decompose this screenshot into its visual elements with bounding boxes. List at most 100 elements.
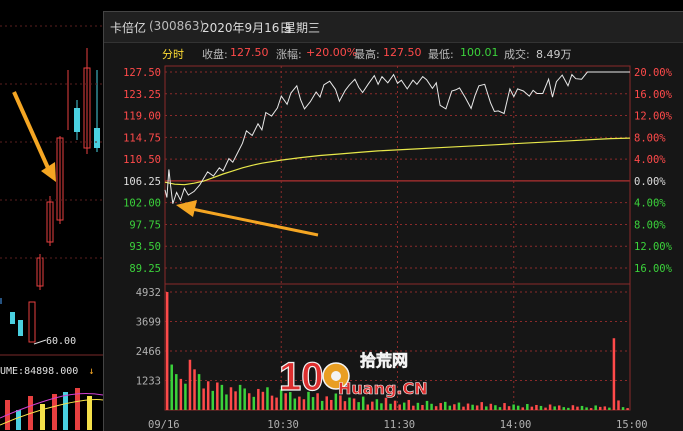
time-tick-label: 15:00 [616,419,648,430]
volume-bar [471,404,474,410]
volume-bar [512,404,515,410]
volume-bar [193,369,196,410]
volume-bar [243,388,246,410]
volume-bar [526,404,529,410]
volume-bar [175,374,178,410]
volume-bar [325,396,328,410]
volume-bar [229,387,233,410]
volume-bar [576,406,579,410]
volume-bar [489,403,493,410]
volume-bar [375,399,379,410]
volume-bar [389,403,392,410]
percent-tick-label: 12.00% [634,111,673,123]
volume-bar [557,405,561,410]
price-tick-label: 114.75 [123,132,161,144]
volume-bar [516,405,520,410]
volume-bar [407,399,411,410]
time-tick-label: 14:00 [500,419,532,430]
percent-tick-label: 8.00% [634,219,666,231]
volume-bar [188,359,192,410]
volume-bar [206,381,210,410]
volume-bar [539,405,543,410]
volume-bar [562,407,566,410]
svg-text:10: 10 [279,355,324,399]
volume-bar [412,405,415,410]
volume-bar [320,400,324,410]
volume-bar [393,400,397,410]
percent-tick-label: 16.00% [634,89,673,101]
volume-bar [462,406,465,410]
price-tick-label: 106.25 [123,176,161,188]
time-tick-label: 11:30 [384,419,416,430]
price-axis: 127.50 123.25 119.00 114.75 110.50 106.25 102.… [123,67,161,275]
volume-bar [371,401,374,410]
volume-bar [361,396,365,410]
volume-bar [507,406,511,410]
volume-bar [521,407,525,410]
volume-bar [453,404,456,410]
volume-bar [302,399,306,410]
volume-bar [220,384,224,410]
volume-bar [352,398,356,410]
volume-bar [608,407,611,410]
time-tick-label: 10:30 [267,419,299,430]
percent-tick-label: 20.00% [634,67,673,79]
volume-bar [594,405,597,410]
volume-bar [589,408,593,410]
volume-bar [603,406,607,410]
price-tick-label: 127.50 [123,67,161,79]
volume-bar [530,406,534,410]
volume-bar [448,405,452,410]
volume-bar [380,403,383,410]
volume-bar [266,387,269,410]
volume-tick-label: 3699 [136,317,161,329]
volume-bar [548,404,552,410]
volume-tick-label: 2466 [136,346,161,358]
volume-bar [612,338,616,410]
volume-bar [270,395,274,410]
volume-bar [261,391,265,410]
volume-bar [211,390,215,410]
volume-bar [165,292,169,410]
volume-bar [334,393,338,410]
volume-bar [544,407,547,410]
volume-bar [252,396,256,410]
volume-bar [494,405,497,410]
percent-tick-label: 16.00% [634,263,673,275]
volume-bar [480,402,483,410]
volume-bar [599,406,602,410]
annotation-arrow [176,200,319,237]
intraday-chart: 127.50 123.25 119.00 114.75 110.50 106.25 102.… [123,65,673,430]
volume-bar [567,407,570,410]
volume-bar [466,403,470,410]
volume-axis: 4932 3699 2466 1233 [136,287,630,388]
watermark-brand: 拾荒网 [360,351,408,370]
volume-bar [330,399,333,410]
volume-bar [475,405,479,410]
volume-bar [234,391,237,410]
volume-bar [421,404,424,410]
volume-bar [617,400,620,410]
price-tick-label: 97.75 [129,219,161,231]
percent-tick-label: 12.00% [634,241,673,253]
volume-bar [202,388,205,410]
volume-bar [225,394,228,410]
price-tick-label: 119.00 [123,111,161,123]
volume-bar [402,402,406,410]
percent-tick-label: 8.00% [634,132,666,144]
volume-bar [247,393,251,410]
price-tick-label: 110.50 [123,154,161,166]
volume-bar [416,402,420,410]
time-axis: 09/16 10:30 11:30 14:00 15:00 [148,419,648,430]
volume-tick-label: 1233 [136,376,161,388]
volume-bar [343,401,347,410]
volume-bar [457,402,461,410]
volume-bar [348,397,351,410]
price-tick-label: 123.25 [123,89,161,101]
volume-bar [553,406,556,410]
price-tick-label: 89.25 [129,263,161,275]
volume-bar [444,401,447,410]
volume-bar [216,382,219,410]
volume-bar [621,407,625,410]
volume-bar [571,405,575,410]
